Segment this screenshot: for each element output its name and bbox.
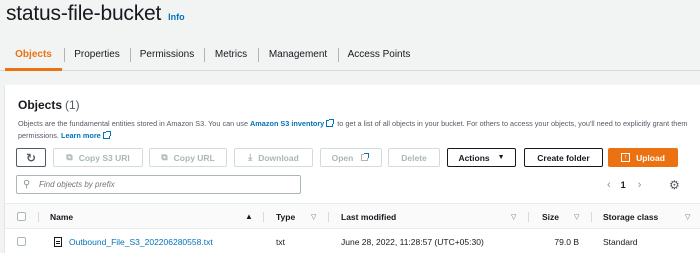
file-icon	[54, 237, 62, 247]
object-storage-class-cell: Standard	[603, 237, 638, 247]
column-divider	[263, 212, 264, 222]
info-link[interactable]: Info	[168, 12, 185, 22]
tab-bar: Objects Properties Permissions Metrics M…	[0, 38, 700, 71]
select-all-checkbox[interactable]	[17, 212, 26, 221]
objects-panel: Objects (1) Objects are the fundamental e…	[5, 85, 700, 253]
delete-button[interactable]: Delete	[388, 148, 440, 167]
page-header: status-file-bucket Info	[6, 2, 185, 26]
search-box[interactable]: ⚲	[16, 175, 301, 194]
caret-down-icon: ▼	[497, 154, 505, 161]
column-header-last-modified[interactable]: Last modified	[341, 204, 396, 230]
refresh-icon: ↻	[25, 150, 37, 165]
tab-access-points[interactable]: Access Points	[340, 38, 418, 71]
open-label: Open	[331, 152, 354, 163]
sort-icon[interactable]: ▽	[511, 213, 516, 221]
copy-url-label: Copy URL	[173, 152, 215, 163]
tab-divider	[258, 48, 259, 62]
object-type-cell: txt	[276, 237, 285, 247]
sort-icon[interactable]: ▽	[574, 213, 579, 221]
upload-button[interactable]: ↑ Upload	[608, 148, 678, 167]
sort-icon[interactable]: ▽	[685, 213, 690, 221]
pagination: ‹ 1 ›	[607, 177, 641, 193]
tab-management[interactable]: Management	[260, 38, 336, 71]
description-text: Objects are the fundamental entities sto…	[18, 119, 251, 128]
tab-metrics[interactable]: Metrics	[206, 38, 256, 71]
table-row[interactable]: Outbound_File_S3_202206280558.txt txt Ju…	[5, 231, 700, 253]
search-input[interactable]	[39, 180, 289, 189]
bucket-title: status-file-bucket	[6, 2, 162, 25]
object-last-modified-cell: June 28, 2022, 11:28:57 (UTC+05:30)	[341, 237, 484, 247]
column-divider	[38, 212, 39, 222]
sort-ascending-icon[interactable]: ▲	[245, 212, 253, 221]
table-header: Name ▲ Type ▽ Last modified ▽ Size ▽ Sto…	[5, 203, 700, 229]
tab-permissions[interactable]: Permissions	[132, 38, 202, 71]
object-size-cell: 79.0 B	[554, 237, 579, 247]
external-link-icon	[326, 119, 335, 127]
previous-page-icon[interactable]: ‹	[607, 179, 611, 191]
column-header-storage-class[interactable]: Storage class	[603, 204, 658, 230]
download-button[interactable]: ⤓ Download	[234, 148, 313, 167]
delete-label: Delete	[401, 152, 427, 163]
tab-objects[interactable]: Objects	[5, 38, 62, 71]
next-page-icon[interactable]: ›	[638, 179, 642, 191]
tab-divider	[338, 48, 339, 62]
upload-icon: ↑	[621, 153, 631, 162]
copy-s3-uri-button[interactable]: ⧉ Copy S3 URI	[53, 148, 143, 167]
column-header-size[interactable]: Size	[542, 204, 559, 230]
create-folder-label: Create folder	[537, 152, 590, 163]
copy-icon: ⧉	[161, 152, 168, 162]
external-link-icon	[361, 153, 370, 161]
actions-label: Actions	[458, 152, 490, 163]
open-button[interactable]: Open	[320, 148, 382, 167]
copy-icon: ⧉	[66, 152, 73, 162]
upload-label: Upload	[636, 152, 665, 163]
copy-url-button[interactable]: ⧉ Copy URL	[149, 148, 227, 167]
panel-title-text: Objects	[18, 98, 63, 112]
column-divider	[328, 212, 329, 222]
download-icon: ⤓	[248, 152, 253, 162]
external-link-icon	[102, 131, 111, 139]
copy-s3-uri-label: Copy S3 URI	[78, 152, 130, 163]
download-label: Download	[258, 152, 299, 163]
refresh-button[interactable]: ↻	[16, 148, 46, 167]
search-icon: ⚲	[23, 178, 31, 190]
object-count: (1)	[65, 98, 80, 112]
tab-divider	[130, 48, 131, 62]
actions-dropdown[interactable]: Actions ▼	[447, 148, 516, 167]
create-folder-button[interactable]: Create folder	[524, 148, 603, 167]
column-header-name[interactable]: Name	[50, 204, 73, 230]
panel-description: Objects are the fundamental entities sto…	[18, 118, 693, 142]
column-header-type[interactable]: Type	[276, 204, 295, 230]
sort-icon[interactable]: ▽	[311, 213, 316, 221]
page-number[interactable]: 1	[621, 180, 626, 190]
learn-more-link[interactable]: Learn more	[61, 131, 101, 140]
row-checkbox[interactable]	[17, 237, 26, 246]
panel-title: Objects (1)	[18, 98, 80, 112]
settings-icon[interactable]: ⚙	[669, 177, 680, 193]
inventory-link[interactable]: Amazon S3 inventory	[250, 119, 324, 128]
object-name-cell: Outbound_File_S3_202206280558.txt	[54, 231, 213, 253]
tab-divider	[64, 48, 65, 62]
tab-divider	[204, 48, 205, 62]
column-divider	[528, 212, 529, 222]
tab-properties[interactable]: Properties	[66, 38, 128, 71]
object-name-link[interactable]: Outbound_File_S3_202206280558.txt	[69, 237, 213, 247]
column-divider	[591, 212, 592, 222]
